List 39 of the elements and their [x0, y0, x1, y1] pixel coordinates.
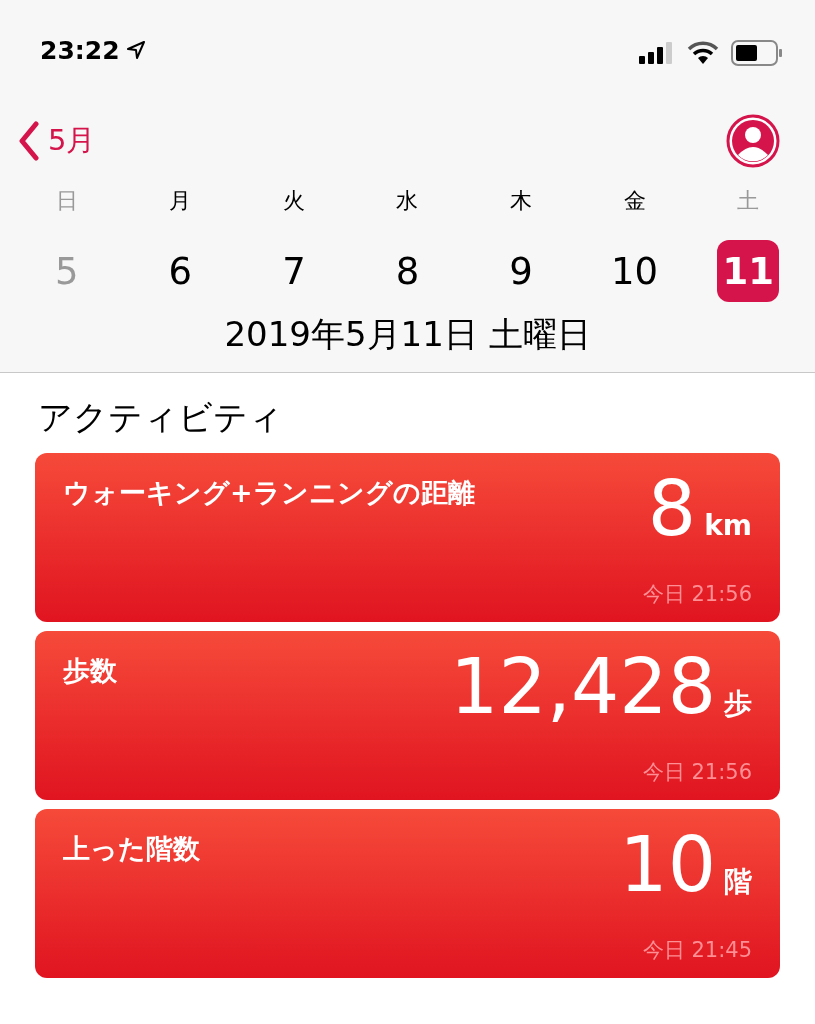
card-time: 今日 21:56: [642, 759, 752, 786]
card-unit: 階: [724, 864, 752, 900]
card-value: 12,428: [450, 649, 716, 725]
chevron-left-icon: [18, 121, 40, 161]
activity-card[interactable]: 上った階数 10 階 今日 21:45: [35, 809, 780, 978]
weekday-label: 日: [55, 187, 78, 215]
weekday-label: 土: [737, 187, 760, 215]
date-button[interactable]: 9: [484, 234, 559, 308]
activity-card[interactable]: ウォーキング+ランニングの距離 8 km 今日 21:56: [35, 453, 780, 622]
weekday-label: 金: [623, 187, 646, 215]
card-title: 上った階数: [63, 832, 200, 866]
signal-icon: [639, 41, 675, 65]
weekday-label: 月: [169, 187, 192, 215]
card-unit: km: [704, 509, 752, 542]
date-button[interactable]: 7: [256, 234, 331, 308]
card-value: 8: [647, 471, 697, 547]
weekday-label: 水: [396, 187, 419, 215]
date-button[interactable]: 11: [717, 240, 780, 302]
status-time: 23:22: [40, 36, 120, 65]
weekday-label: 火: [282, 187, 305, 215]
battery-icon: [731, 40, 783, 66]
activity-card[interactable]: 歩数 12,428 歩 今日 21:56: [35, 631, 780, 800]
wifi-icon: [687, 41, 719, 65]
date-button[interactable]: 10: [597, 234, 672, 308]
card-time: 今日 21:45: [642, 937, 752, 964]
card-title: ウォーキング+ランニングの距離: [63, 476, 475, 510]
card-unit: 歩: [724, 686, 752, 722]
selected-date: 2019年5月11日 土曜日: [223, 313, 592, 356]
card-title: 歩数: [63, 654, 117, 688]
date-button[interactable]: 8: [370, 234, 445, 308]
card-time: 今日 21:56: [642, 581, 752, 608]
date-button[interactable]: 5: [29, 234, 104, 308]
weekday-label: 木: [510, 187, 533, 215]
section-title: アクティビティ: [37, 396, 284, 439]
back-button[interactable]: 5月: [18, 121, 96, 161]
location-arrow-icon: [125, 40, 146, 60]
card-value: 10: [619, 827, 716, 903]
date-button[interactable]: 6: [143, 234, 218, 308]
profile-icon[interactable]: [725, 113, 781, 169]
